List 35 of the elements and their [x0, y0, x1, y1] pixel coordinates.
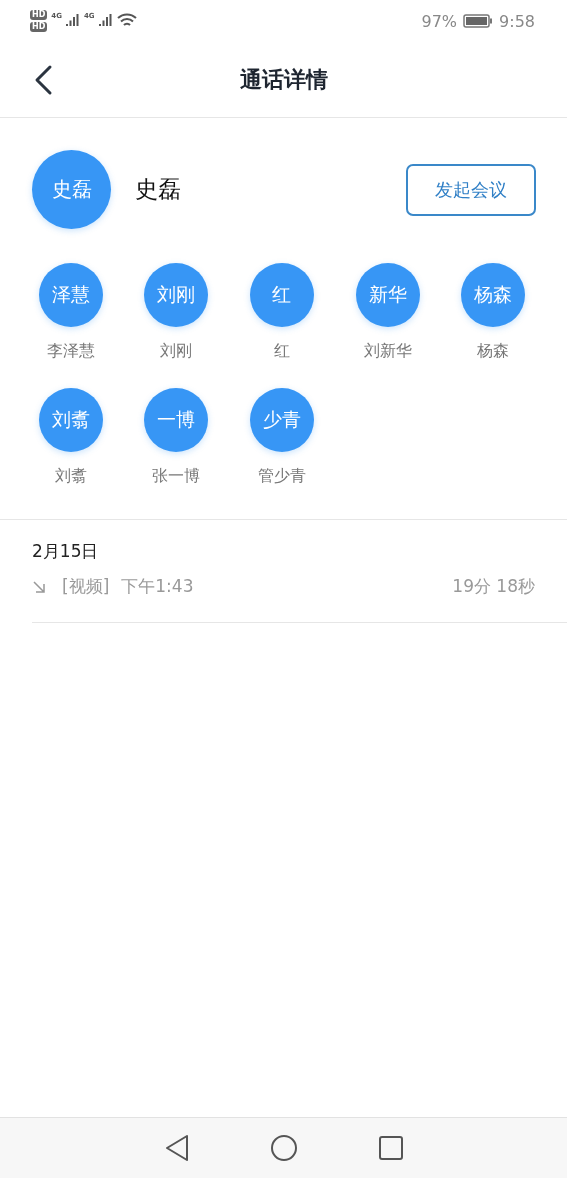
start-meeting-button[interactable]: 发起会议	[406, 163, 536, 216]
back-nav-button[interactable]	[163, 1134, 190, 1162]
signal-icon	[98, 14, 113, 28]
participant-name: 刘翥	[54, 466, 87, 487]
participant-avatar[interactable]: 杨森	[461, 263, 526, 327]
battery-icon	[463, 14, 494, 28]
call-duration: 19分 18秒	[452, 575, 535, 598]
home-button[interactable]	[269, 1134, 298, 1162]
participant-avatar[interactable]: 泽慧	[38, 263, 103, 327]
participant-avatar[interactable]: 刘刚	[144, 263, 209, 327]
page-title: 通话详情	[239, 65, 328, 94]
participant-avatar[interactable]: 一博	[144, 388, 209, 452]
participant-name: 张一博	[152, 466, 201, 487]
participant-avatar[interactable]: 刘翥	[38, 388, 103, 452]
battery-percentage: 97%	[421, 11, 458, 31]
participant-avatar[interactable]: 新华	[355, 263, 420, 327]
call-time: 下午1:43	[121, 575, 194, 598]
sim-badge: HD	[30, 10, 48, 20]
participant-name: 管少青	[258, 466, 306, 487]
contact-name: 史磊	[135, 175, 182, 204]
sim-badge: HD	[30, 22, 48, 32]
contact-avatar: 史磊	[32, 150, 111, 229]
call-type: [视频]	[62, 575, 110, 598]
incoming-arrow-icon	[32, 579, 46, 594]
participant-avatar[interactable]: 红	[250, 263, 314, 327]
participant-name: 李泽慧	[46, 341, 95, 362]
participant-name: 杨森	[477, 341, 510, 362]
signal-icon	[65, 14, 80, 28]
participant-name: 刘新华	[363, 341, 412, 362]
participant-avatar[interactable]: 少青	[250, 388, 314, 452]
recents-button[interactable]	[377, 1135, 404, 1161]
clock-time: 9:58	[499, 11, 535, 31]
participant-name: 刘刚	[160, 341, 193, 362]
call-date: 2月15日	[32, 540, 100, 563]
participant-name: 红	[274, 341, 290, 362]
